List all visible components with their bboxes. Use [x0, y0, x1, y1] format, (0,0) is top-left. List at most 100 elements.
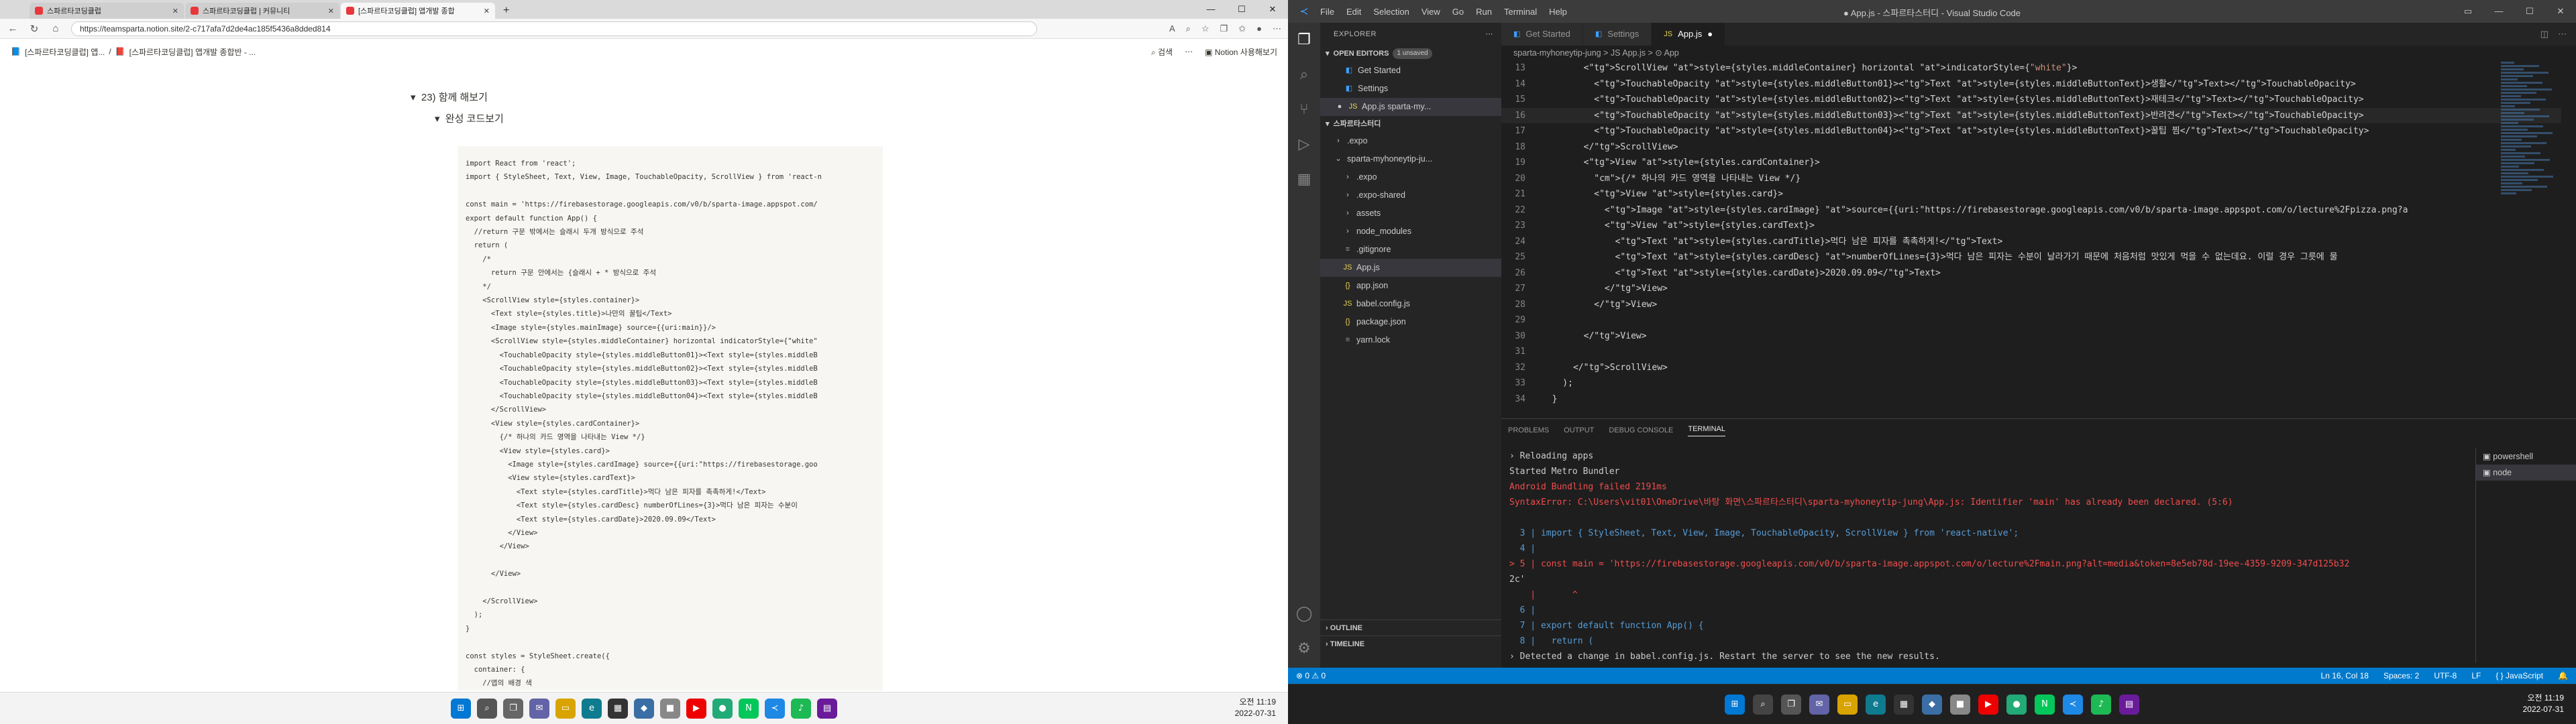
windows-start-icon[interactable]: ⊞ [1725, 694, 1745, 715]
editor-breadcrumb[interactable]: sparta-myhoneytip-jung > JS App.js > ⊙ A… [1501, 46, 2576, 60]
tab-app-js[interactable]: JS App.js ● [1652, 23, 1726, 46]
source-control-icon[interactable]: ⑂ [1299, 101, 1308, 118]
manage-gear-icon[interactable]: ⚙ [1297, 640, 1311, 657]
app-icon[interactable]: ◆ [634, 698, 654, 719]
system-clock[interactable]: 오전 11:19 2022-07-31 [1235, 697, 1276, 719]
layout-icon[interactable]: ▭ [2453, 0, 2483, 23]
code-line[interactable]: 30 </"tg">View> [1501, 328, 2561, 345]
terminal-instance[interactable]: ▣ powershell [2476, 448, 2576, 465]
app-icon[interactable]: ▤ [817, 698, 837, 719]
browser-tab-active[interactable]: [스파르타코딩클럽] 앱개발 종합 ✕ [341, 3, 495, 19]
task-view-icon[interactable]: ❐ [503, 698, 523, 719]
more-icon[interactable]: ⋯ [2558, 23, 2567, 46]
search-icon[interactable]: ⌕ [477, 698, 497, 719]
back-icon[interactable]: ← [7, 23, 19, 34]
code-line[interactable]: 29 [1501, 312, 2561, 328]
account-icon[interactable]: ◯ [1296, 605, 1313, 622]
file-tree-item[interactable]: {} package.json [1320, 313, 1501, 331]
bell-icon[interactable]: 🔔 [2558, 671, 2568, 680]
minimize-icon[interactable]: — [1195, 0, 1226, 19]
naver-icon[interactable]: N [2035, 694, 2055, 715]
code-line[interactable]: 33 ); [1501, 375, 2561, 391]
open-editor-item[interactable]: ● JS App.js sparta-my... [1320, 98, 1501, 116]
spotify-icon[interactable]: ♪ [2091, 694, 2111, 715]
refresh-icon[interactable]: ↻ [28, 23, 40, 35]
split-editor-icon[interactable]: ◫ [2540, 23, 2548, 46]
outline-section[interactable]: › OUTLINE [1320, 619, 1501, 636]
collections-icon[interactable]: ❐ [1220, 23, 1228, 34]
run-debug-icon[interactable]: ▷ [1299, 135, 1310, 153]
code-line[interactable]: 16 <"tg">TouchableOpacity "at">style={st… [1501, 107, 2561, 123]
search-button[interactable]: ⌕ 검색 [1151, 46, 1173, 58]
app-icon[interactable]: ■ [1950, 694, 1970, 715]
menu-item[interactable]: Terminal [1504, 7, 1537, 17]
search-icon[interactable]: ⌕ [1300, 66, 1308, 83]
explorer-icon[interactable]: ❐ [1297, 31, 1311, 48]
close-icon[interactable]: ✕ [328, 7, 334, 15]
encoding-status[interactable]: UTF-8 [2434, 671, 2457, 680]
code-line[interactable]: 17 <"tg">TouchableOpacity "at">style={st… [1501, 123, 2561, 139]
cursor-position-status[interactable]: Ln 16, Col 18 [2321, 671, 2369, 680]
app-icon[interactable]: ■ [660, 698, 680, 719]
minimize-icon[interactable]: — [2483, 0, 2514, 23]
open-editor-item[interactable]: ◧ Settings [1320, 80, 1501, 98]
new-tab-icon[interactable]: + [496, 3, 516, 19]
breadcrumb-item[interactable]: [스파르타코딩클럽] 앱개발 종합반 - ... [129, 46, 256, 58]
read-aloud-icon[interactable]: A [1169, 23, 1175, 34]
youtube-icon[interactable]: ▶ [686, 698, 706, 719]
youtube-icon[interactable]: ▶ [1978, 694, 1998, 715]
maximize-icon[interactable]: ☐ [1226, 0, 1257, 19]
file-tree-item[interactable]: {} app.json [1320, 277, 1501, 295]
extensions-icon[interactable]: ▦ [1297, 170, 1311, 188]
tab-settings[interactable]: ◧ Settings [1582, 23, 1652, 46]
edge-icon[interactable]: e [582, 698, 602, 719]
browser-tab[interactable]: 스파르타코딩클럽 ✕ [30, 3, 184, 19]
close-icon[interactable]: ✕ [172, 7, 178, 15]
app-icon[interactable]: ◆ [1922, 694, 1942, 715]
code-line[interactable]: 34 } [1501, 391, 2561, 408]
code-line[interactable]: 15 <"tg">TouchableOpacity "at">style={st… [1501, 92, 2561, 108]
code-line[interactable]: 24 <"tg">Text "at">style={styles.cardTit… [1501, 234, 2561, 250]
indent-status[interactable]: Spaces: 2 [2383, 671, 2419, 680]
task-view-icon[interactable]: ❐ [1781, 694, 1801, 715]
menu-item[interactable]: Selection [1373, 7, 1409, 17]
url-input[interactable]: https://teamsparta.notion.site/2-c717afa… [71, 21, 1037, 36]
more-icon[interactable]: ⋯ [1185, 47, 1193, 56]
windows-start-icon[interactable]: ⊞ [451, 698, 471, 719]
code-line[interactable]: 28 </"tg">View> [1501, 297, 2561, 313]
file-tree-item[interactable]: ≡ .gitignore [1320, 241, 1501, 259]
code-line[interactable]: 19 <"tg">View "at">style={styles.cardCon… [1501, 155, 2561, 171]
code-line[interactable]: 18 </"tg">ScrollView> [1501, 139, 2561, 156]
menu-item[interactable]: Run [1476, 7, 1492, 17]
naver-icon[interactable]: N [739, 698, 759, 719]
more-icon[interactable]: ⋯ [1486, 23, 1494, 46]
file-explorer-icon[interactable]: ▭ [1837, 694, 1858, 715]
app-icon[interactable]: ● [712, 698, 733, 719]
notion-try-button[interactable]: ▣ Notion 사용해보기 [1205, 46, 1277, 58]
store-icon[interactable]: ▦ [1894, 694, 1914, 715]
close-icon[interactable]: ✕ [484, 7, 490, 15]
favorites-list-icon[interactable]: ✩ [1238, 23, 1246, 34]
code-line[interactable]: 20 "cm">{/* 하나의 카드 영역을 나타내는 View */} [1501, 171, 2561, 187]
menu-item[interactable]: Go [1452, 7, 1464, 17]
more-icon[interactable]: ⋯ [1273, 23, 1281, 34]
profile-icon[interactable]: ● [1256, 23, 1262, 34]
minimap[interactable] [2501, 60, 2561, 342]
file-tree-item[interactable]: › assets [1320, 204, 1501, 223]
toggle-section[interactable]: ▾ 23) 함께 해보기 [411, 90, 488, 104]
search-icon[interactable]: ⌕ [1753, 694, 1773, 715]
tab-terminal[interactable]: TERMINAL [1688, 425, 1725, 436]
vscode-icon[interactable]: ≺ [765, 698, 785, 719]
close-window-icon[interactable]: ✕ [2545, 0, 2576, 23]
workspace-section[interactable]: ▾ 스파르타스터디 [1320, 116, 1501, 132]
browser-tab[interactable]: 스파르타코딩클럽 | 커뮤니티 ✕ [185, 3, 339, 19]
file-tree-item[interactable]: ≡ yarn.lock [1320, 331, 1501, 349]
code-line[interactable]: 13 <"tg">ScrollView "at">style={styles.m… [1501, 60, 2561, 76]
close-window-icon[interactable]: ✕ [1257, 0, 1288, 19]
spotify-icon[interactable]: ♪ [791, 698, 811, 719]
breadcrumb-item[interactable]: [스파르타코딩클럽] 앱... [25, 46, 105, 58]
chat-icon[interactable]: ✉ [1809, 694, 1829, 715]
open-editors-section[interactable]: ▾ OPEN EDITORS 1 unsaved [1320, 46, 1501, 62]
file-tree-item[interactable]: › .expo-shared [1320, 186, 1501, 204]
file-tree-item[interactable]: JS App.js [1320, 259, 1501, 277]
